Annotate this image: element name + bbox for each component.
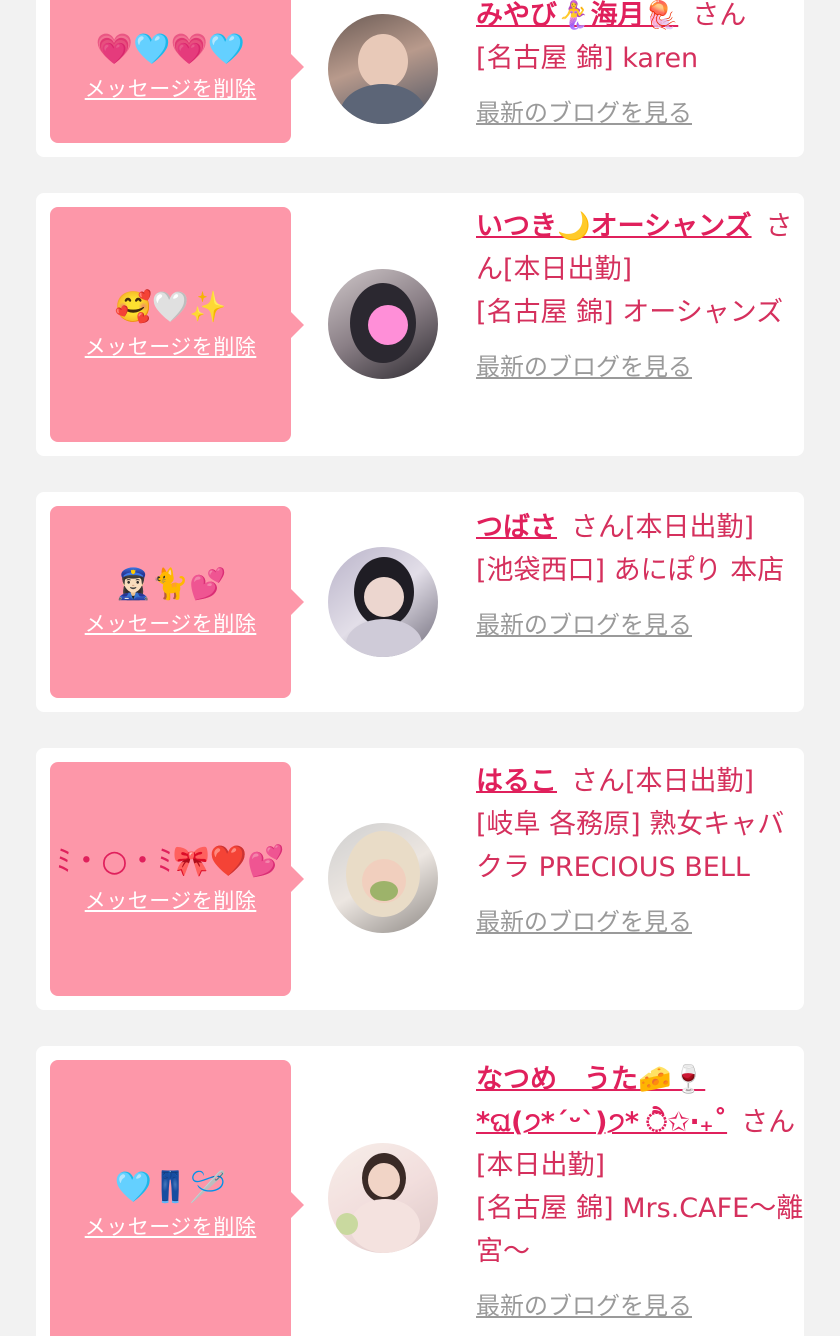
favorite-card: 👮🏻‍♀️🐈💕 メッセージを削除 つばさ さん[本日出勤] [池袋西口] あにぽり…	[36, 492, 804, 712]
girl-info: なつめ うた🧀🍷 *ଘ(੭*ˊᵕˋ)੭* ੈ✩‧₊˚ さん [本日出勤] [名古屋…	[476, 1058, 806, 1328]
girl-name-link[interactable]: みやび🧜‍♀️海月🪼	[476, 0, 678, 31]
avatar[interactable]	[328, 1143, 438, 1253]
delete-message-link[interactable]: メッセージを削除	[85, 331, 257, 361]
girl-info: はるこ さん[本日出勤] [岐阜 各務原] 熟女キャバクラ PRECIOUS BE…	[476, 760, 796, 944]
girl-info: つばさ さん[本日出勤] [池袋西口] あにぽり 本店 最新のブログを見る	[476, 506, 796, 647]
shop-name: [名古屋 錦] karen	[476, 43, 699, 74]
latest-blog-link[interactable]: 最新のブログを見る	[476, 1285, 806, 1328]
girl-name-link[interactable]: つばさ	[476, 512, 557, 543]
favorite-card: ﾐ・○・ﾐ🎀❤️💕 メッセージを削除 はるこ さん[本日出勤] [岐阜 各務原] …	[36, 748, 804, 1010]
honorific: さん	[741, 1107, 796, 1138]
honorific: さん	[571, 766, 625, 797]
honorific: さん	[571, 512, 625, 543]
work-status: [本日出勤]	[476, 1150, 606, 1181]
message-text: 👮🏻‍♀️🐈💕	[114, 567, 227, 602]
work-status: [本日出勤]	[625, 766, 755, 797]
honorific: さん	[692, 0, 747, 31]
avatar[interactable]	[328, 269, 438, 379]
message-text: ﾐ・○・ﾐ🎀❤️💕	[56, 844, 285, 879]
delete-message-link[interactable]: メッセージを削除	[85, 1211, 257, 1241]
delete-message-link[interactable]: メッセージを削除	[85, 885, 257, 915]
latest-blog-link[interactable]: 最新のブログを見る	[476, 92, 796, 135]
girl-name-link[interactable]: はるこ	[476, 766, 557, 797]
shop-name: [岐阜 各務原] 熟女キャバクラ PRECIOUS BELL	[476, 809, 785, 883]
delete-message-link[interactable]: メッセージを削除	[85, 73, 257, 103]
message-bubble: 💗🩵💗🩵 メッセージを削除	[50, 0, 304, 143]
shop-name: [名古屋 錦] Mrs.CAFE〜離宮〜	[476, 1193, 804, 1267]
work-status: [本日出勤]	[503, 254, 633, 285]
favorite-list: 💗🩵💗🩵 メッセージを削除 みやび🧜‍♀️海月🪼 さん [名古屋 錦] karen…	[0, 0, 840, 1336]
work-status: [本日出勤]	[625, 512, 755, 543]
message-bubble: 🩵👖🪡 メッセージを削除	[50, 1060, 304, 1336]
latest-blog-link[interactable]: 最新のブログを見る	[476, 901, 796, 944]
favorite-card: 🩵👖🪡 メッセージを削除 なつめ うた🧀🍷 *ଘ(੭*ˊᵕˋ)੭* ੈ✩‧₊˚ さ…	[36, 1046, 804, 1336]
girl-name-link[interactable]: なつめ うた🧀🍷 *ଘ(੭*ˊᵕˋ)੭* ੈ✩‧₊˚	[476, 1064, 727, 1138]
message-bubble: 👮🏻‍♀️🐈💕 メッセージを削除	[50, 506, 304, 698]
latest-blog-link[interactable]: 最新のブログを見る	[476, 604, 796, 647]
message-text: 🥰🤍✨	[114, 289, 227, 325]
message-bubble: ﾐ・○・ﾐ🎀❤️💕 メッセージを削除	[50, 762, 304, 996]
message-text: 🩵👖🪡	[114, 1170, 227, 1205]
favorite-card: 🥰🤍✨ メッセージを削除 いつき🌙オーシャンズ さん[本日出勤] [名古屋 錦] …	[36, 193, 804, 456]
delete-message-link[interactable]: メッセージを削除	[85, 608, 257, 638]
girl-info: いつき🌙オーシャンズ さん[本日出勤] [名古屋 錦] オーシャンズ 最新のブログ…	[476, 205, 796, 389]
girl-info: みやび🧜‍♀️海月🪼 さん [名古屋 錦] karen 最新のブログを見る	[476, 0, 796, 135]
latest-blog-link[interactable]: 最新のブログを見る	[476, 346, 796, 389]
avatar[interactable]	[328, 823, 438, 933]
favorite-card: 💗🩵💗🩵 メッセージを削除 みやび🧜‍♀️海月🪼 さん [名古屋 錦] karen…	[36, 0, 804, 157]
message-bubble: 🥰🤍✨ メッセージを削除	[50, 207, 304, 442]
avatar[interactable]	[328, 547, 438, 657]
avatar[interactable]	[328, 14, 438, 124]
shop-name: [名古屋 錦] オーシャンズ	[476, 297, 784, 328]
shop-name: [池袋西口] あにぽり 本店	[476, 555, 785, 586]
girl-name-link[interactable]: いつき🌙オーシャンズ	[476, 211, 752, 242]
message-text: 💗🩵💗🩵	[95, 31, 246, 67]
